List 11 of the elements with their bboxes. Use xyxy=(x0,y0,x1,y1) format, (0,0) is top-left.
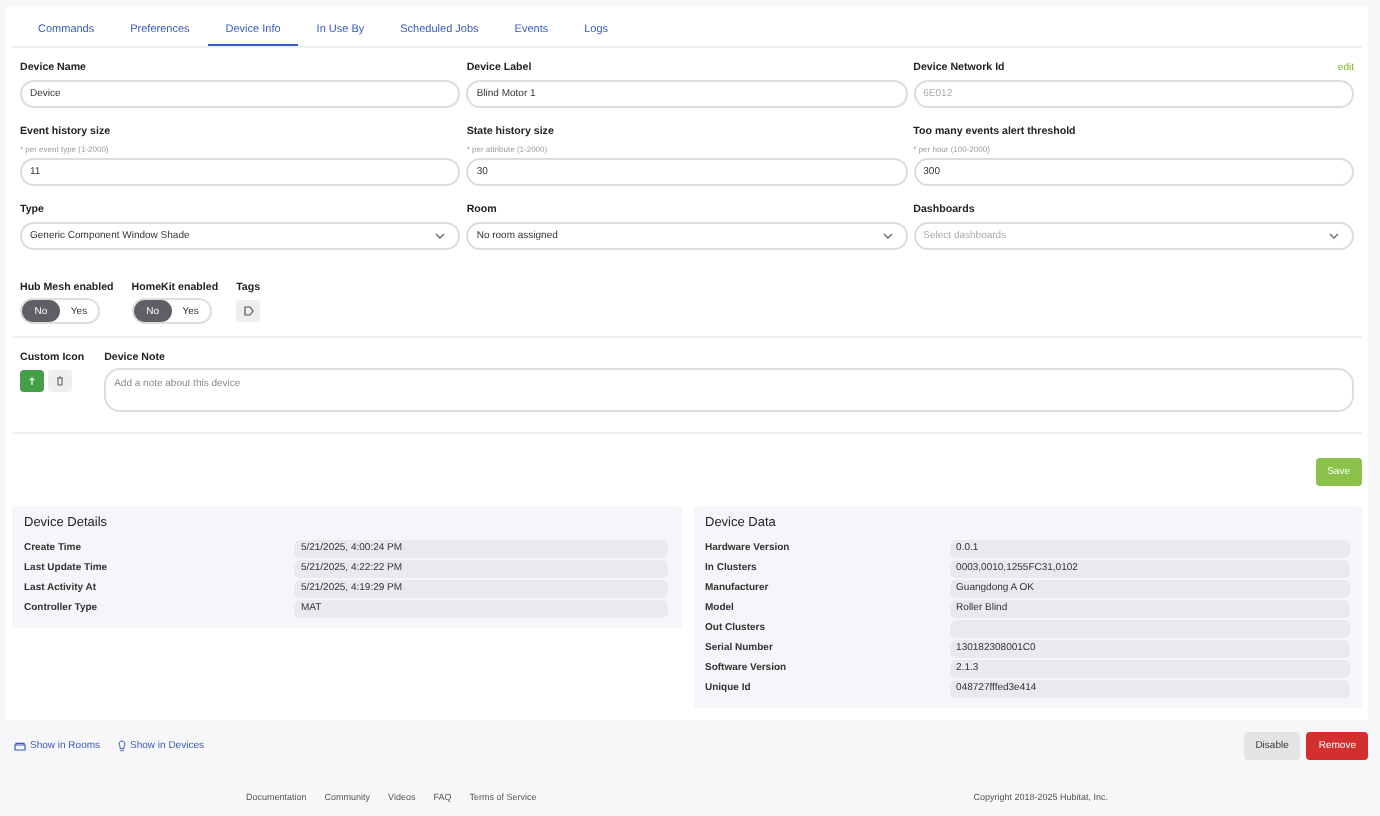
bulb-icon xyxy=(118,740,127,752)
trash-icon xyxy=(56,376,64,386)
tag-icon xyxy=(243,306,254,316)
upload-button[interactable] xyxy=(20,370,44,392)
chevron-down-icon xyxy=(881,232,894,240)
delete-button[interactable] xyxy=(48,370,72,392)
arrow-up-icon xyxy=(28,376,36,386)
tag-button[interactable] xyxy=(236,300,261,322)
chevron-down-icon xyxy=(434,232,447,240)
chevron-down-icon xyxy=(1327,232,1340,240)
sofa-icon xyxy=(14,741,26,751)
